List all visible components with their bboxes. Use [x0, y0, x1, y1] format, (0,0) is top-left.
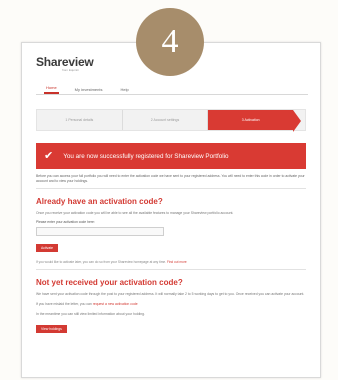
success-banner: ✔ You are now successfully registered fo… — [36, 143, 306, 169]
mislaid-letter-text: If you have mislaid the letter, you can … — [36, 302, 306, 307]
shareview-screenshot: Shareview from Equiniti Home My investme… — [21, 42, 321, 378]
intro-text: Before you can access your full portfoli… — [36, 174, 306, 189]
progress-step-personal-details: 1 Personal details — [37, 110, 123, 130]
step-number: 4 — [161, 23, 179, 60]
step-number-badge: 4 — [136, 8, 204, 76]
nav-tab-help[interactable]: Help — [118, 87, 130, 94]
activation-code-heading: Already have an activation code? — [36, 197, 163, 206]
main-nav: Home My investments Help — [36, 83, 308, 95]
progress-step-account-settings: 2 Account settings — [123, 110, 209, 130]
nav-tab-my-investments[interactable]: My investments — [73, 87, 105, 94]
activate-button[interactable]: Activate — [36, 244, 59, 252]
activate-later-note: If you would like to activate later, you… — [36, 260, 306, 270]
request-new-code-link[interactable]: request a new activation code — [93, 302, 138, 306]
find-out-more-link[interactable]: Find out more — [167, 260, 187, 264]
registration-progress: 1 Personal details 2 Account settings 3 … — [36, 109, 306, 132]
view-holdings-button[interactable]: View holdings — [36, 325, 67, 333]
progress-step-activation: 3 Activation — [208, 110, 301, 132]
success-message: You are now successfully registered for … — [63, 152, 229, 160]
mislaid-letter-prefix: If you have mislaid the letter, you can — [36, 302, 92, 306]
meantime-text: In the meantime you can still view limit… — [36, 312, 145, 316]
checkmark-icon: ✔ — [44, 149, 54, 162]
no-code-description: We have sent your activation code throug… — [36, 292, 305, 296]
nav-tab-home[interactable]: Home — [44, 85, 59, 94]
page-content: 1 Personal details 2 Account settings 3 … — [22, 95, 320, 335]
activation-code-label: Please enter your activation code here: — [36, 220, 95, 224]
activation-code-description: Once you receive your activation code yo… — [36, 211, 234, 215]
no-code-heading: Not yet received your activation code? — [36, 278, 183, 287]
activate-later-text: If you would like to activate later, you… — [36, 260, 167, 264]
activation-code-input[interactable] — [36, 227, 164, 236]
